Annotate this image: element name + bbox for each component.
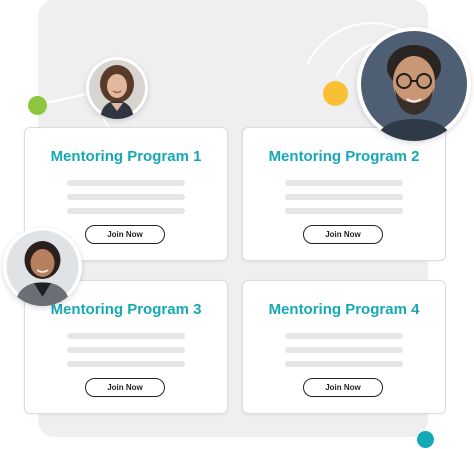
program-title: Mentoring Program 1	[50, 148, 202, 165]
placeholder-line	[67, 208, 185, 214]
placeholder-line	[67, 333, 185, 339]
placeholder-line	[285, 208, 403, 214]
placeholder-line	[67, 361, 185, 367]
woman-portrait-icon	[6, 230, 79, 306]
placeholder-line	[67, 347, 185, 353]
program-card-2: Mentoring Program 2 Join Now	[242, 127, 446, 261]
placeholder-line	[285, 180, 403, 186]
program-card-4: Mentoring Program 4 Join Now	[242, 280, 446, 414]
placeholder-line	[285, 347, 403, 353]
yellow-dot	[323, 81, 348, 106]
placeholder-line	[67, 194, 185, 200]
green-dot	[28, 96, 47, 115]
join-now-button[interactable]: Join Now	[303, 378, 383, 397]
join-now-button[interactable]: Join Now	[303, 225, 383, 244]
join-now-button[interactable]: Join Now	[85, 378, 165, 397]
program-title: Mentoring Program 4	[268, 301, 420, 318]
woman-portrait-icon	[89, 60, 145, 119]
join-now-button[interactable]: Join Now	[85, 225, 165, 244]
mentor-avatar-man-glasses	[357, 27, 471, 141]
placeholder-line	[67, 180, 185, 186]
mentor-avatar-woman-curly-hair	[86, 57, 148, 119]
man-portrait-icon	[361, 31, 467, 141]
mentor-avatar-woman-blazer	[3, 227, 82, 306]
placeholder-line	[285, 361, 403, 367]
teal-dot	[417, 431, 434, 448]
placeholder-line	[285, 333, 403, 339]
program-title: Mentoring Program 2	[268, 148, 420, 165]
placeholder-line	[285, 194, 403, 200]
